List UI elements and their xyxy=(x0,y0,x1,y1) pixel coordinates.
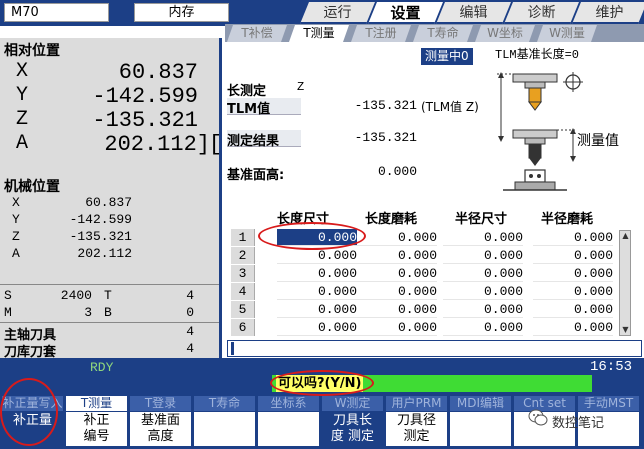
annotation-circle-confirm-message xyxy=(270,370,374,396)
magazine-tool-row: 刀库刀套 4 xyxy=(4,341,194,360)
spindle-status-row: S 2400 T 4 xyxy=(4,288,194,303)
tool-measure-diagram xyxy=(497,72,583,191)
measuring-status-badge: 测量中0 xyxy=(421,48,473,65)
relative-position-title: 相对位置 xyxy=(4,43,60,59)
divider xyxy=(0,284,219,285)
machine-row-y: Y -142.599 xyxy=(12,212,132,227)
tool-measure-panel: T补偿 T测量 T注册 T寿命 W坐标 W测量 测量中0 TLM基准长度=0 长… xyxy=(225,24,644,358)
softkey-w-measure[interactable]: W测定 刀具长 度 测定 xyxy=(322,396,385,446)
tab-diagnose[interactable]: 诊断 xyxy=(504,2,579,24)
annotation-circle-write-key xyxy=(0,378,58,446)
length-measure-label: 长测定 xyxy=(227,84,267,99)
model-label: M70 xyxy=(4,3,109,22)
col-header-radius-wear: 半径磨耗 xyxy=(541,212,594,227)
table-scrollbar[interactable]: ▲ ▼ xyxy=(619,230,631,336)
softkey-user-prm[interactable]: 用户PRM 刀具径 测定 xyxy=(386,396,449,446)
tab-run[interactable]: 运行 xyxy=(300,2,375,24)
tlm-value-note: (TLM值 Z) xyxy=(421,100,479,114)
relative-row-a: A 202.112] [ xyxy=(16,132,222,157)
tab-setup[interactable]: 设置 xyxy=(368,2,443,24)
tlm-value[interactable]: -135.321 xyxy=(335,98,417,113)
measure-result-label: 测定结果 xyxy=(227,130,301,149)
base-height-value[interactable]: 0.000 xyxy=(335,164,417,179)
base-height-label: 基准面高: xyxy=(227,168,285,183)
subtab-t-life[interactable]: T寿命 xyxy=(413,25,473,42)
relative-a-bracket: [ xyxy=(208,132,222,157)
subtab-w-coord[interactable]: W坐标 xyxy=(475,25,535,42)
scroll-down-icon[interactable]: ▼ xyxy=(621,325,630,335)
scroll-up-icon[interactable]: ▲ xyxy=(621,231,630,241)
tab-edit[interactable]: 编辑 xyxy=(436,2,511,24)
divider xyxy=(0,322,219,323)
tlm-reference-length: TLM基准长度=0 xyxy=(495,48,580,62)
table-row[interactable]: 2 0.000 0.000 0.000 0.000 xyxy=(231,247,621,264)
data-input-field[interactable] xyxy=(227,340,642,357)
relative-row-x: X 60.837 xyxy=(16,60,198,85)
tlm-value-label: TLM值 xyxy=(227,98,301,117)
tab-maintain[interactable]: 维护 xyxy=(572,2,644,24)
subtab-w-measure[interactable]: W测量 xyxy=(537,25,597,42)
annotation-circle-length-cell xyxy=(258,222,366,250)
softkey-mdi-edit[interactable]: MDI编辑 xyxy=(450,396,513,446)
position-panel: 相对位置 X 60.837 Y -142.599 Z -135.321 A 20… xyxy=(0,38,222,360)
col-header-length-wear: 长度磨耗 xyxy=(365,212,418,227)
diagram-measure-value-label: 测量值 xyxy=(577,133,619,149)
watermark-text: 数控笔记 xyxy=(552,416,605,431)
relative-row-y: Y -142.599 xyxy=(16,84,198,109)
softkey-coordinate-system[interactable]: 坐标系 xyxy=(258,396,321,446)
table-row[interactable]: 3 0.000 0.000 0.000 0.000 xyxy=(231,265,621,282)
sub-tabs: T补偿 T测量 T注册 T寿命 W坐标 W测量 xyxy=(225,24,644,42)
table-row[interactable]: 6 0.000 0.000 0.000 0.000 xyxy=(231,319,621,336)
subtab-t-offset[interactable]: T补偿 xyxy=(227,25,287,42)
machine-row-x: X 60.837 xyxy=(12,195,132,210)
top-bar: M70 内存 运行 设置 编辑 诊断 维护 xyxy=(0,0,644,26)
measure-axis: Z xyxy=(297,80,305,94)
col-header-radius: 半径尺寸 xyxy=(455,212,508,227)
softkey-t-measure[interactable]: T测量 补正 编号 xyxy=(66,396,129,446)
ready-indicator: RDY xyxy=(90,360,114,375)
clock: 16:53 xyxy=(589,359,632,375)
table-row[interactable]: 5 0.000 0.000 0.000 0.000 xyxy=(231,301,621,318)
subtab-t-register[interactable]: T注册 xyxy=(351,25,411,42)
softkey-t-register[interactable]: T登录 基准面 高度 xyxy=(130,396,193,446)
machine-row-z: Z -135.321 xyxy=(12,229,132,244)
wechat-icon xyxy=(528,409,548,426)
table-row[interactable]: 4 0.000 0.000 0.000 0.000 xyxy=(231,283,621,300)
input-cursor xyxy=(231,342,234,355)
spindle-tool-row: 主轴刀具 4 xyxy=(4,324,194,343)
softkey-t-life[interactable]: T寿命 xyxy=(194,396,257,446)
relative-row-z: Z -135.321 xyxy=(16,108,198,133)
measure-result-value[interactable]: -135.321 xyxy=(335,130,417,145)
m-code-status-row: M 3 B 0 xyxy=(4,305,194,320)
machine-row-a: A 202.112 xyxy=(12,246,132,261)
memory-mode-label: 内存 xyxy=(134,3,229,22)
machine-position-title: 机械位置 xyxy=(4,179,60,195)
subtab-t-measure[interactable]: T测量 xyxy=(289,25,349,42)
